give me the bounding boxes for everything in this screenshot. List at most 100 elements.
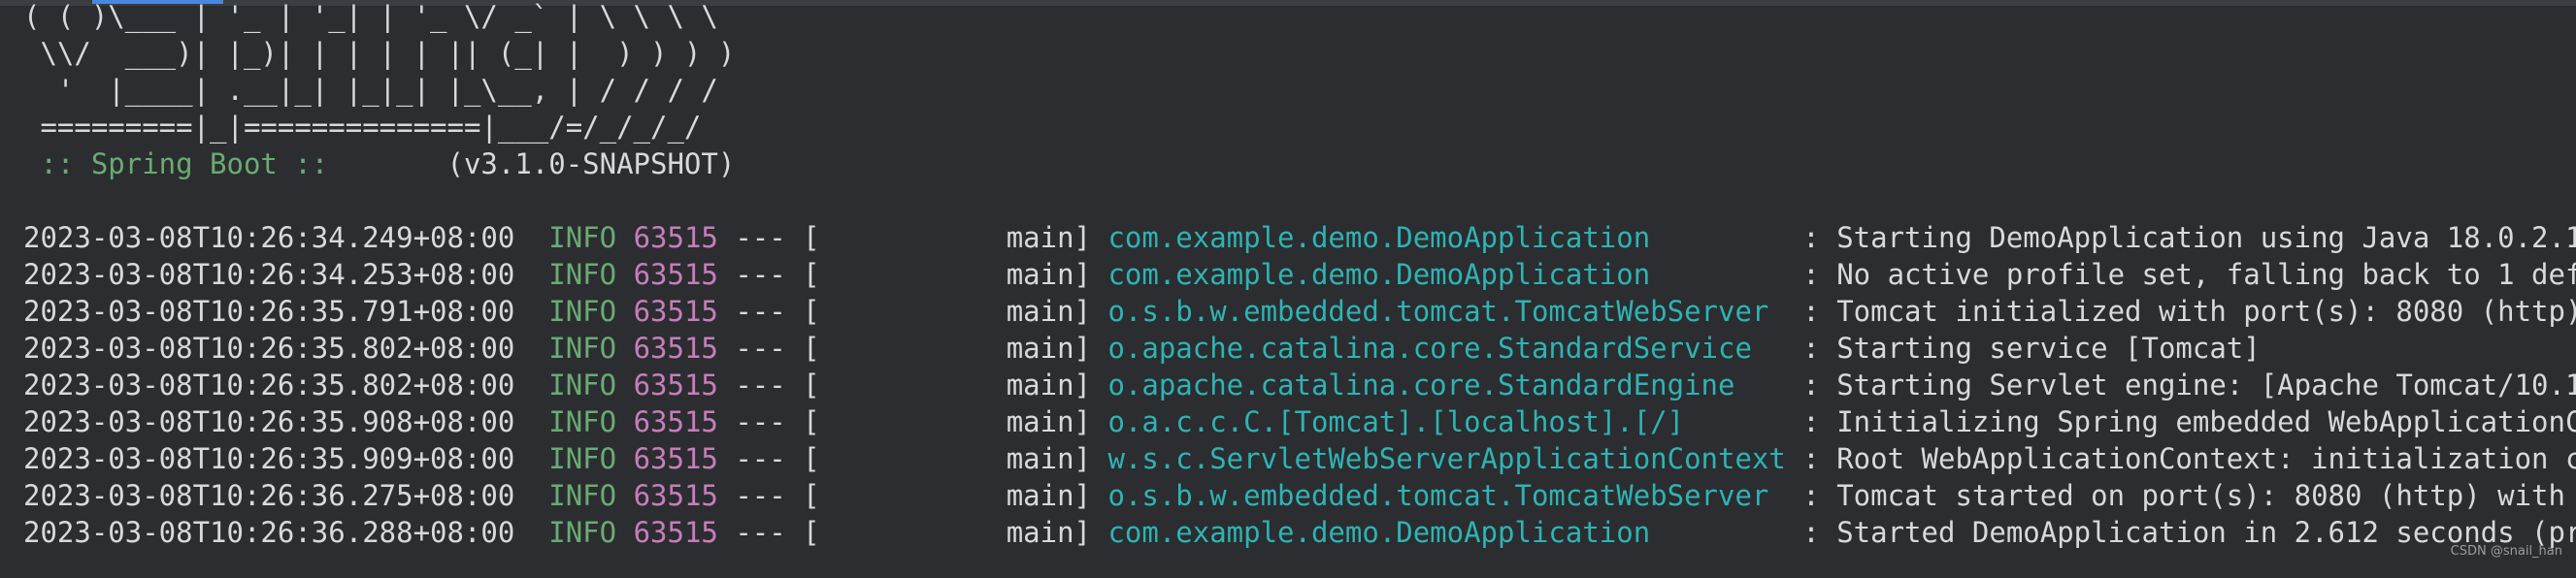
- log-gap: [514, 403, 548, 440]
- log-thread: main]: [819, 258, 1108, 291]
- log-logger: w.s.c.ServletWebServerApplicationContext: [1107, 442, 1786, 475]
- log-line: 2023-03-08T10:26:36.288+08:00 INFO 63515…: [23, 514, 2576, 551]
- log-separator: --- [: [717, 405, 820, 438]
- log-gap: [514, 293, 548, 330]
- log-pid: 63515: [633, 369, 718, 401]
- spring-boot-label: :: Spring Boot ::: [23, 147, 329, 180]
- log-thread: main]: [819, 516, 1108, 549]
- console-content: ( ( )\___ | '_ | '_| | '_ \/ _` | \ \ \ …: [23, 0, 2576, 551]
- log-separator: --- [: [717, 442, 820, 475]
- banner-line: =========|_|==============|___/=/_/_/_/: [23, 111, 702, 144]
- log-thread: main]: [819, 332, 1108, 365]
- log-separator: --- [: [717, 332, 820, 365]
- log-level: INFO: [548, 516, 617, 549]
- log-gap: [616, 256, 633, 293]
- log-line: 2023-03-08T10:26:35.802+08:00 INFO 63515…: [23, 367, 2576, 403]
- log-separator: --- [: [717, 258, 820, 291]
- log-level: INFO: [548, 369, 617, 401]
- log-level: INFO: [548, 332, 617, 365]
- log-timestamp: 2023-03-08T10:26:35.908+08:00: [23, 405, 515, 438]
- log-line: 2023-03-08T10:26:34.253+08:00 INFO 63515…: [23, 256, 2576, 293]
- banner-line: \\/ ___)| |_)| | | | | || (_| | ) ) ) ): [23, 37, 736, 70]
- banner-line: ( ( )\___ | '_ | '_| | '_ \/ _` | \ \ \ …: [23, 0, 718, 33]
- spring-banner: ( ( )\___ | '_ | '_| | '_ \/ _` | \ \ \ …: [23, 0, 2576, 182]
- log-separator: --- [: [717, 369, 820, 401]
- log-line: 2023-03-08T10:26:35.909+08:00 INFO 63515…: [23, 440, 2576, 477]
- log-separator: --- [: [717, 295, 820, 328]
- log-thread: main]: [819, 405, 1108, 438]
- log-logger: com.example.demo.DemoApplication: [1107, 221, 1786, 254]
- log-logger: com.example.demo.DemoApplication: [1107, 516, 1786, 549]
- log-timestamp: 2023-03-08T10:26:36.288+08:00: [23, 516, 515, 549]
- log-level: INFO: [548, 221, 617, 254]
- log-pid: 63515: [633, 442, 718, 475]
- log-gap: [616, 477, 633, 514]
- log-thread: main]: [819, 295, 1108, 328]
- log-level: INFO: [548, 258, 617, 291]
- log-gap: [616, 367, 633, 403]
- spring-boot-version-line: :: Spring Boot :: (v3.1.0-SNAPSHOT): [23, 145, 2576, 182]
- log-gap: [514, 256, 548, 293]
- log-thread: main]: [819, 221, 1108, 254]
- log-timestamp: 2023-03-08T10:26:35.909+08:00: [23, 442, 515, 475]
- log-pid: 63515: [633, 221, 718, 254]
- log-level: INFO: [548, 442, 617, 475]
- log-level: INFO: [548, 405, 617, 438]
- log-gap: [514, 219, 548, 256]
- log-line: 2023-03-08T10:26:35.802+08:00 INFO 63515…: [23, 330, 2576, 367]
- log-message: : No active profile set, falling back to…: [1802, 258, 2576, 291]
- log-message: : Starting service [Tomcat]: [1785, 332, 2261, 365]
- console-output[interactable]: ( ( )\___ | '_ | '_| | '_ \/ _` | \ \ \ …: [0, 0, 2576, 578]
- log-message: : Tomcat started on port(s): 8080 (http)…: [1802, 479, 2565, 512]
- log-thread: main]: [819, 369, 1108, 401]
- log-pid: 63515: [633, 258, 718, 291]
- log-line: 2023-03-08T10:26:35.908+08:00 INFO 63515…: [23, 403, 2576, 440]
- log-gap: [514, 330, 548, 367]
- log-logger: o.apache.catalina.core.StandardEngine: [1107, 369, 1786, 401]
- log-gap: [616, 403, 633, 440]
- log-separator: --- [: [717, 221, 820, 254]
- log-timestamp: 2023-03-08T10:26:35.802+08:00: [23, 369, 515, 401]
- log-line: 2023-03-08T10:26:34.249+08:00 INFO 63515…: [23, 219, 2576, 256]
- log-pid: 63515: [633, 405, 718, 438]
- log-logger: o.apache.catalina.core.StandardService: [1107, 332, 1786, 365]
- log-separator: --- [: [717, 516, 820, 549]
- log-level: INFO: [548, 479, 617, 512]
- log-logger: o.s.b.w.embedded.tomcat.TomcatWebServer: [1107, 479, 1786, 512]
- log-line: 2023-03-08T10:26:35.791+08:00 INFO 63515…: [23, 293, 2576, 330]
- log-timestamp: 2023-03-08T10:26:35.791+08:00: [23, 295, 515, 328]
- log-timestamp: 2023-03-08T10:26:36.275+08:00: [23, 479, 515, 512]
- log-logger: o.a.c.c.C.[Tomcat].[localhost].[/]: [1107, 405, 1786, 438]
- spring-boot-version: (v3.1.0-SNAPSHOT): [328, 147, 736, 180]
- log-logger: o.s.b.w.embedded.tomcat.TomcatWebServer: [1107, 295, 1786, 328]
- log-timestamp: 2023-03-08T10:26:35.802+08:00: [23, 332, 515, 365]
- log-message: : Starting Servlet engine: [Apache Tomca…: [1785, 369, 2576, 401]
- log-gap: [514, 477, 548, 514]
- log-line: 2023-03-08T10:26:36.275+08:00 INFO 63515…: [23, 477, 2576, 514]
- log-pid: 63515: [633, 332, 718, 365]
- log-level: INFO: [548, 295, 617, 328]
- log-separator: --- [: [717, 479, 820, 512]
- log-gap: [616, 440, 633, 477]
- log-lines: 2023-03-08T10:26:34.249+08:00 INFO 63515…: [23, 219, 2576, 551]
- log-thread: main]: [819, 479, 1108, 512]
- log-pid: 63515: [633, 516, 718, 549]
- log-message: : Tomcat initialized with port(s): 8080 …: [1785, 295, 2576, 328]
- log-pid: 63515: [633, 479, 718, 512]
- watermark: CSDN @snail_han: [2450, 544, 2562, 559]
- log-gap: [616, 219, 633, 256]
- log-message: : Starting DemoApplication using Java 18…: [1802, 221, 2576, 254]
- log-logger: com.example.demo.DemoApplication: [1107, 258, 1786, 291]
- log-timestamp: 2023-03-08T10:26:34.253+08:00: [23, 258, 515, 291]
- log-message: : Initializing Spring embedded WebApplic…: [1802, 405, 2576, 438]
- log-message: : Root WebApplicationContext: initializa…: [1802, 442, 2576, 475]
- log-gap: [616, 293, 633, 330]
- log-gap: [616, 330, 633, 367]
- log-gap: [514, 440, 548, 477]
- log-thread: main]: [819, 442, 1108, 475]
- banner-line: ' |____| .__|_| |_|_| |_\__, | / / / /: [23, 74, 718, 107]
- log-gap: [616, 514, 633, 551]
- log-pid: 63515: [633, 295, 718, 328]
- log-gap: [514, 514, 548, 551]
